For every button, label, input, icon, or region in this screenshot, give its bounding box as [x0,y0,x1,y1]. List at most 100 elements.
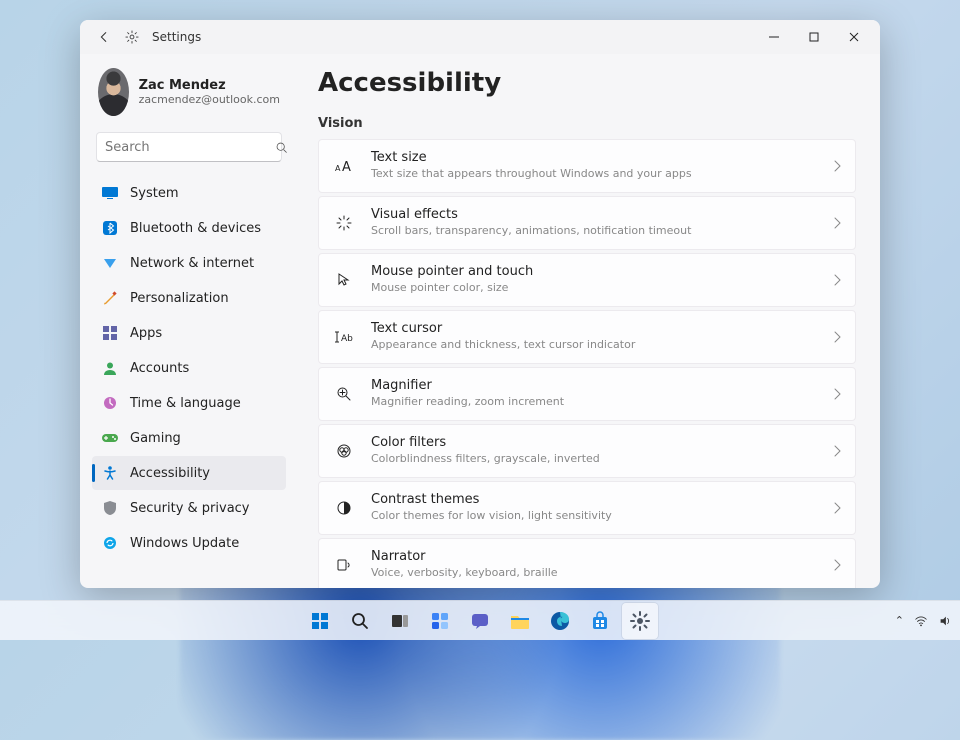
sidebar-item-label: Security & privacy [130,501,250,516]
settings-card-textsize[interactable]: AAText sizeText size that appears throug… [318,139,856,193]
page-title: Accessibility [318,68,856,98]
sidebar-item-label: Accounts [130,361,189,376]
settings-card-colorfilters[interactable]: Color filtersColorblindness filters, gra… [318,424,856,478]
card-desc: Colorblindness filters, grayscale, inver… [371,452,815,466]
user-name: Zac Mendez [139,78,280,93]
card-title: Magnifier [371,378,815,395]
card-desc: Text size that appears throughout Window… [371,167,815,181]
apps-icon [102,325,118,341]
nav: System Bluetooth & devices Network & inter… [92,176,286,560]
card-desc: Color themes for low vision, light sensi… [371,509,815,523]
card-title: Contrast themes [371,492,815,509]
textsize-icon: AA [335,157,353,175]
window-title: Settings [152,30,201,44]
accounts-icon [102,360,118,376]
card-title: Text cursor [371,321,815,338]
sidebar-item-system[interactable]: System [92,176,286,210]
titlebar: Settings [80,20,880,54]
system-icon [102,185,118,201]
card-title: Mouse pointer and touch [371,264,815,281]
settings-card-pointer[interactable]: Mouse pointer and touchMouse pointer col… [318,253,856,307]
settings-card-narrator[interactable]: NarratorVoice, verbosity, keyboard, brai… [318,538,856,588]
sidebar-item-update[interactable]: Windows Update [92,526,286,560]
bluetooth-icon [102,220,118,236]
cursor-icon: Ab [335,328,353,346]
taskbar-taskview[interactable] [382,603,418,639]
taskbar: ⌃ [0,600,960,640]
accessibility-icon [102,465,118,481]
chevron-right-icon [833,217,841,229]
gaming-icon [102,430,118,446]
taskbar-explorer[interactable] [502,603,538,639]
card-title: Color filters [371,435,815,452]
sidebar-item-accounts[interactable]: Accounts [92,351,286,385]
maximize-button[interactable] [794,20,834,54]
section-heading: Vision [318,116,856,131]
svg-text:Ab: Ab [341,334,353,344]
search-input[interactable] [105,140,275,155]
time-icon [102,395,118,411]
card-desc: Scroll bars, transparency, animations, n… [371,224,815,238]
chevron-right-icon [833,502,841,514]
settings-window: Settings Zac Mendez zacmendez@outlook.co… [80,20,880,588]
main-panel: Accessibility Vision AAText sizeText size… [296,54,880,588]
chevron-right-icon [833,388,841,400]
sidebar-item-label: Bluetooth & devices [130,221,261,236]
chevron-up-icon[interactable]: ⌃ [895,614,904,627]
chevron-right-icon [833,445,841,457]
card-title: Visual effects [371,207,815,224]
volume-icon[interactable] [938,614,952,628]
close-button[interactable] [834,20,874,54]
sidebar-item-personalization[interactable]: Personalization [92,281,286,315]
settings-card-magnifier[interactable]: MagnifierMagnifier reading, zoom increme… [318,367,856,421]
sidebar-item-network[interactable]: Network & internet [92,246,286,280]
sidebar-item-label: Accessibility [130,466,210,481]
user-email: zacmendez@outlook.com [139,93,280,106]
sidebar-item-security[interactable]: Security & privacy [92,491,286,525]
avatar [98,68,129,116]
taskbar-search[interactable] [342,603,378,639]
taskbar-settings[interactable] [622,603,658,639]
card-desc: Magnifier reading, zoom increment [371,395,815,409]
minimize-button[interactable] [754,20,794,54]
wifi-icon[interactable] [914,614,928,628]
user-profile[interactable]: Zac Mendez zacmendez@outlook.com [92,62,286,128]
svg-text:A: A [342,160,351,173]
sidebar-item-accessibility[interactable]: Accessibility [92,456,286,490]
settings-card-contrast[interactable]: Contrast themesColor themes for low visi… [318,481,856,535]
taskbar-start[interactable] [302,603,338,639]
card-desc: Voice, verbosity, keyboard, braille [371,566,815,580]
sidebar-item-gaming[interactable]: Gaming [92,421,286,455]
chevron-right-icon [833,160,841,172]
sidebar-item-label: Gaming [130,431,181,446]
colorfilters-icon [335,442,353,460]
taskbar-widgets[interactable] [422,603,458,639]
chevron-right-icon [833,331,841,343]
search-box[interactable] [96,132,282,162]
taskbar-chat[interactable] [462,603,498,639]
card-desc: Appearance and thickness, text cursor in… [371,338,815,352]
update-icon [102,535,118,551]
taskbar-store[interactable] [582,603,618,639]
sidebar-item-label: Personalization [130,291,229,306]
sidebar-item-label: Windows Update [130,536,239,551]
sidebar-item-label: Time & language [130,396,241,411]
security-icon [102,500,118,516]
contrast-icon [335,499,353,517]
svg-text:A: A [335,164,341,173]
card-title: Narrator [371,549,815,566]
settings-card-cursor[interactable]: Ab Text cursorAppearance and thickness, t… [318,310,856,364]
sidebar-item-apps[interactable]: Apps [92,316,286,350]
system-tray[interactable]: ⌃ [895,614,952,628]
network-icon [102,255,118,271]
chevron-right-icon [833,559,841,571]
sidebar-item-bluetooth[interactable]: Bluetooth & devices [92,211,286,245]
taskbar-edge[interactable] [542,603,578,639]
settings-card-effects[interactable]: Visual effectsScroll bars, transparency,… [318,196,856,250]
back-button[interactable] [90,23,118,51]
sidebar-item-label: Apps [130,326,162,341]
settings-gear-icon[interactable] [118,23,146,51]
sidebar-item-time[interactable]: Time & language [92,386,286,420]
card-desc: Mouse pointer color, size [371,281,815,295]
sidebar-item-label: Network & internet [130,256,254,271]
